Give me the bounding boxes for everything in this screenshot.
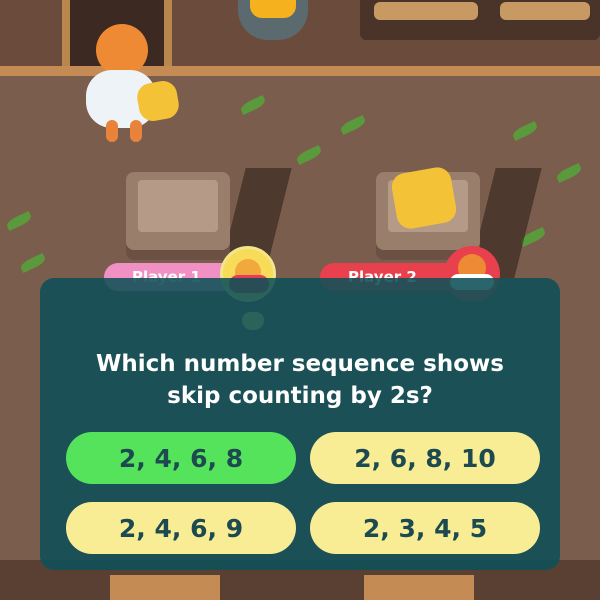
answer-button-1[interactable]: 2, 4, 6, 8	[66, 432, 296, 484]
shelf	[360, 0, 600, 40]
leaf-decoration	[5, 210, 33, 232]
leaf-decoration	[295, 144, 323, 166]
answer-button-2[interactable]: 2, 6, 8, 10	[310, 432, 540, 484]
leaf-decoration	[339, 114, 367, 136]
leaf-decoration	[555, 162, 583, 184]
character-leg	[130, 120, 142, 142]
character-head	[96, 24, 148, 76]
pedestal-top	[138, 180, 218, 232]
leaf-decoration	[239, 94, 267, 116]
answer-button-3[interactable]: 2, 4, 6, 9	[66, 502, 296, 554]
shelf-slot	[500, 2, 590, 20]
pedestal-player1	[126, 172, 230, 250]
shelf-slot	[374, 2, 478, 20]
character-leg	[106, 120, 118, 142]
gold-gem-icon	[135, 78, 181, 124]
crate	[110, 575, 220, 600]
player-character	[86, 24, 181, 144]
leaf-decoration	[19, 252, 47, 274]
leaf-decoration	[511, 120, 539, 142]
question-text: Which number sequence shows skip countin…	[96, 351, 504, 409]
crate	[364, 575, 474, 600]
fire-glow	[250, 0, 296, 18]
gold-gem-icon	[389, 165, 459, 231]
answer-button-4[interactable]: 2, 3, 4, 5	[310, 502, 540, 554]
